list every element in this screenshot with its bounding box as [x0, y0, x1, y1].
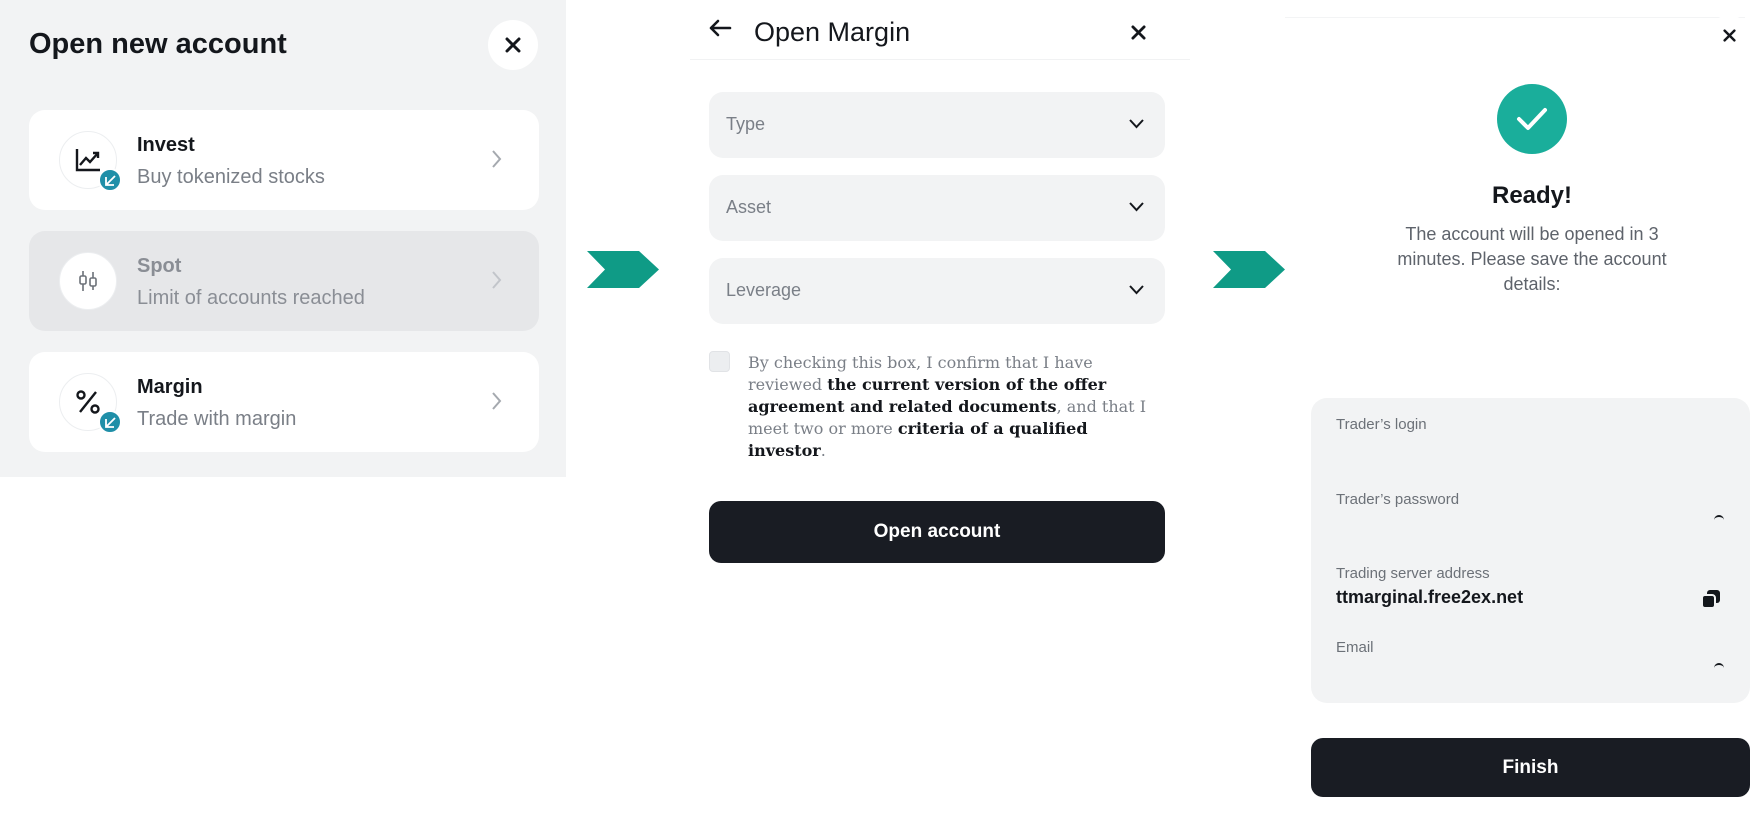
candlestick-icon: [59, 252, 117, 310]
loading-spinner-icon: [1714, 663, 1724, 673]
account-option-spot: Spot Limit of accounts reached: [29, 231, 539, 331]
open-new-account-panel: Open new account Invest Buy tokenized st…: [0, 0, 566, 477]
consent-text-part: .: [820, 441, 826, 460]
page-title: Open Margin: [754, 17, 911, 47]
finish-button[interactable]: Finish: [1311, 738, 1750, 797]
select-placeholder: Asset: [726, 197, 772, 217]
step-arrow-icon: [1213, 251, 1285, 288]
ready-title: Ready!: [1491, 182, 1573, 209]
consent-text: By checking this box, I confirm that I h…: [748, 352, 1163, 462]
ready-description: The account will be opened in 3 minutes.…: [1397, 224, 1667, 294]
close-icon: [505, 37, 521, 53]
close-button[interactable]: [1116, 10, 1160, 54]
trading-server-label: Trading server address: [1336, 565, 1490, 582]
account-option-description: Trade with margin: [137, 408, 297, 430]
close-button[interactable]: [1709, 15, 1749, 55]
page-title: Open new account: [29, 28, 287, 60]
percent-icon: [59, 373, 122, 434]
consent-checkbox[interactable]: [709, 351, 730, 372]
account-option-description: Limit of accounts reached: [137, 287, 365, 309]
chevron-down-icon: [1129, 285, 1144, 295]
chevron-right-icon: [492, 392, 502, 410]
close-icon: [1130, 24, 1146, 40]
fx-badge-icon: [98, 168, 122, 192]
chevron-right-icon: [492, 271, 502, 289]
step-arrow-icon: [587, 251, 659, 288]
email-label: Email: [1336, 639, 1374, 656]
close-button[interactable]: [488, 20, 538, 70]
account-option-name: Invest: [137, 134, 195, 156]
divider: [1285, 17, 1745, 18]
chevron-right-icon: [492, 150, 502, 168]
loading-spinner-icon: [1714, 515, 1724, 525]
type-select[interactable]: Type: [709, 92, 1165, 158]
trading-server-value: ttmarginal.free2ex.net: [1336, 587, 1524, 607]
account-option-name: Margin: [137, 376, 203, 398]
chevron-down-icon: [1129, 202, 1144, 212]
copy-icon[interactable]: [1700, 588, 1722, 610]
asset-select[interactable]: Asset: [709, 175, 1165, 241]
chevron-down-icon: [1129, 119, 1144, 129]
traders-password-label: Trader’s password: [1336, 491, 1460, 508]
close-icon: [1722, 28, 1736, 42]
select-placeholder: Leverage: [726, 280, 802, 300]
fx-badge-icon: [98, 410, 122, 434]
traders-login-label: Trader’s login: [1336, 416, 1427, 433]
account-option-description: Buy tokenized stocks: [137, 166, 325, 188]
leverage-select[interactable]: Leverage: [709, 258, 1165, 324]
success-check-icon: [1497, 84, 1567, 154]
account-option-invest[interactable]: Invest Buy tokenized stocks: [29, 110, 539, 210]
back-arrow-icon[interactable]: [708, 18, 732, 38]
account-option-margin[interactable]: Margin Trade with margin: [29, 352, 539, 452]
select-placeholder: Type: [726, 114, 766, 134]
account-option-name: Spot: [137, 255, 182, 277]
chart-up-icon: [59, 131, 122, 192]
open-account-button[interactable]: Open account: [709, 501, 1165, 563]
account-details-box: Trader’s login Trader’s password Trading…: [1311, 398, 1750, 703]
